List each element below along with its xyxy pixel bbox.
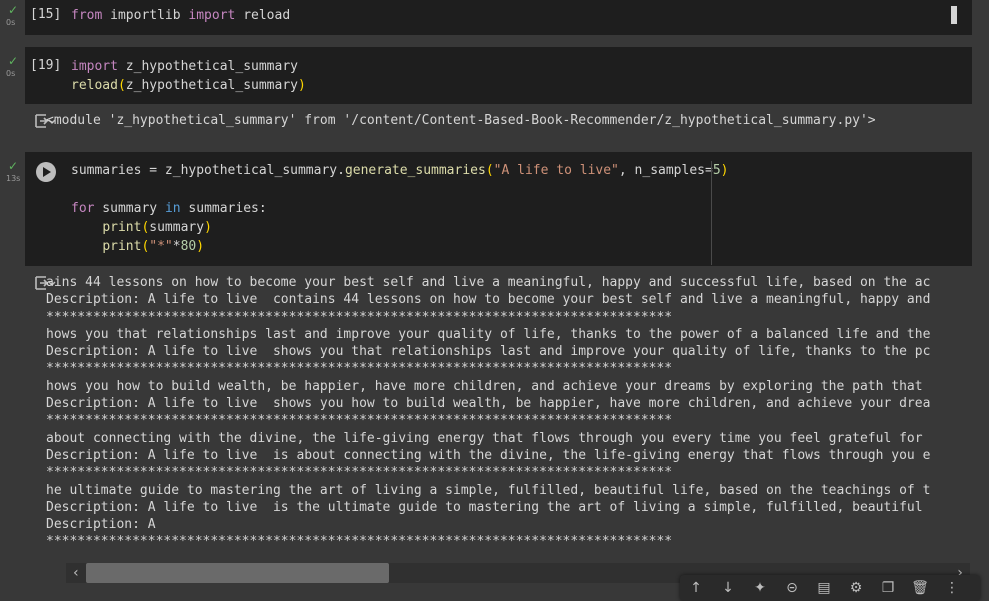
code-token: import <box>188 8 236 23</box>
code-line: from importlib import reload <box>71 6 290 25</box>
code-token: z_hypothetical_summary <box>117 59 298 74</box>
code-line: for summary in summaries: <box>71 199 728 218</box>
code-token: import <box>71 59 118 74</box>
code-token: ) <box>297 78 306 93</box>
output-separator: ****************************************… <box>46 413 673 429</box>
code-token: summaries = z_hypothetical_summary. <box>71 163 345 178</box>
ruler-line <box>711 161 712 265</box>
code-token: summary <box>149 220 205 235</box>
code-line: print(summary) <box>71 218 728 237</box>
cell-3-exec-time: 13s <box>6 174 21 183</box>
code-line: import z_hypothetical_summary <box>71 57 306 76</box>
output-line: Description: A life to live is about con… <box>46 447 931 463</box>
code-cell-1[interactable]: [15] from importlib import reload <box>25 0 972 35</box>
arrow-down-icon[interactable]: ↓ <box>718 578 738 598</box>
code-token: reload <box>71 78 118 93</box>
arrow-up-icon[interactable]: ↑ <box>686 578 706 598</box>
code-token: ( <box>117 78 126 93</box>
comment-icon[interactable]: ▤ <box>814 578 834 598</box>
code-token: , n_samples= <box>618 163 713 178</box>
more-icon[interactable]: ⋮ <box>942 578 962 598</box>
code-token: summary <box>94 201 165 216</box>
output-separator: ****************************************… <box>46 361 673 377</box>
cell-2-exec-time: 0s <box>6 69 16 78</box>
delete-icon[interactable]: 🗑 <box>910 578 930 598</box>
code-token: summaries: <box>180 201 267 216</box>
code-token: ) <box>720 163 729 178</box>
copy-cell-icon[interactable]: ❐ <box>878 578 898 598</box>
output-line: Description: A life to live contains 44 … <box>46 292 931 308</box>
code-token: in <box>164 201 181 216</box>
output-line: he ultimate guide to mastering the art o… <box>46 482 931 498</box>
code-token: z_hypothetical_summary <box>125 78 298 93</box>
cell-2-success-check-icon: ✓ <box>8 54 19 68</box>
output-line: Description: A life to live is the ultim… <box>46 499 923 515</box>
scrollbar-thumb[interactable] <box>86 563 389 583</box>
code-token: for <box>71 201 95 216</box>
cell-1-code[interactable]: from importlib import reload <box>71 6 290 25</box>
gear-icon[interactable]: ⚙ <box>846 578 866 598</box>
cell-1-prompt: [15] <box>30 7 62 22</box>
code-token: ) <box>196 239 205 254</box>
cell-3-success-check-icon: ✓ <box>8 159 19 173</box>
cell-2-prompt: [19] <box>30 58 62 73</box>
code-token: ) <box>204 220 212 235</box>
cell-2-code[interactable]: import z_hypothetical_summary reload(z_hy… <box>71 57 306 95</box>
code-token: * <box>172 239 181 254</box>
cell-1-exec-time: 0s <box>6 18 16 27</box>
code-token: ( <box>485 163 494 178</box>
output-line: hows you how to build wealth, be happier… <box>46 378 923 394</box>
code-token: print <box>102 220 142 235</box>
output-line: about connecting with the divine, the li… <box>46 430 923 446</box>
cell-3-output: ains 44 lessons on how to become your be… <box>46 274 950 559</box>
cell-toolbar: ↑ ↓ ✦ ⊝ ▤ ⚙ ❐ 🗑 ⋮ <box>680 575 980 601</box>
output-line: Description: A <box>46 517 156 533</box>
scroll-left-icon[interactable]: ‹ <box>68 563 84 583</box>
cell-3-code[interactable]: summaries = z_hypothetical_summary.gener… <box>71 161 728 256</box>
cell-2-output: <module 'z_hypothetical_summary' from '/… <box>46 113 876 128</box>
cell-1-success-check-icon: ✓ <box>8 3 19 17</box>
code-token: importlib <box>102 8 189 23</box>
run-cell-button[interactable] <box>36 162 56 182</box>
code-token: reload <box>235 8 291 23</box>
code-token: print <box>102 239 142 254</box>
output-line: ains 44 lessons on how to become your be… <box>46 275 931 290</box>
code-token: generate_summaries <box>344 163 486 178</box>
text-cursor <box>951 6 957 24</box>
code-token: from <box>71 8 103 23</box>
code-token: "*" <box>149 239 173 254</box>
sparkle-icon[interactable]: ✦ <box>750 578 770 598</box>
output-separator: ****************************************… <box>46 309 673 325</box>
code-token: 80 <box>180 239 197 254</box>
code-token: "A life to live" <box>493 163 619 178</box>
code-line: print("*"*80) <box>71 237 728 256</box>
code-line: summaries = z_hypothetical_summary.gener… <box>71 161 728 180</box>
code-cell-3[interactable]: summaries = z_hypothetical_summary.gener… <box>25 152 972 266</box>
output-separator: ****************************************… <box>46 465 673 481</box>
output-line: Description: A life to live shows you ho… <box>46 396 931 412</box>
output-separator: ****************************************… <box>46 534 673 550</box>
code-token: 5 <box>712 163 721 178</box>
code-cell-2[interactable]: [19] import z_hypothetical_summary reload… <box>25 47 972 104</box>
link-icon[interactable]: ⊝ <box>782 578 802 598</box>
code-line: reload(z_hypothetical_summary) <box>71 76 306 95</box>
output-line: Description: A life to live shows you th… <box>46 344 931 360</box>
output-line: hows you that relationships last and imp… <box>46 326 931 342</box>
